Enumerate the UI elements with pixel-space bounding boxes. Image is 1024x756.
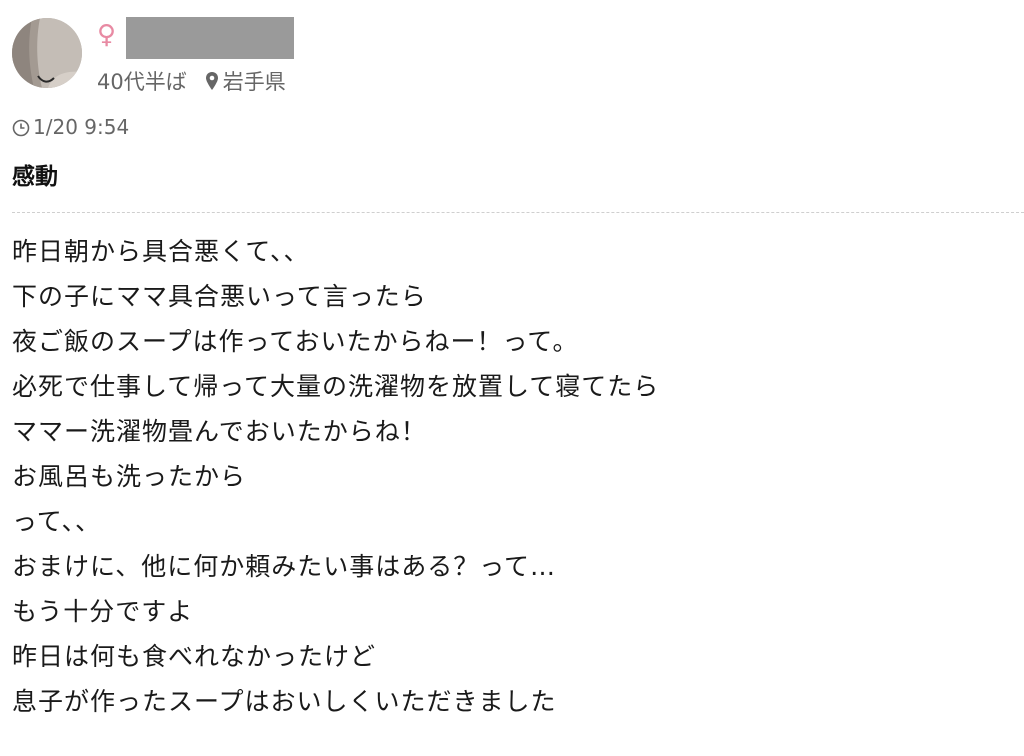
body-line: 夜ご飯のスープは作っておいたからねー！って。 xyxy=(12,327,579,356)
body-line: 昨日は何も食べれなかったけど xyxy=(12,642,377,671)
body-line: って、、 xyxy=(12,507,102,536)
author-location: 岩手県 xyxy=(222,70,286,94)
body-line: お風呂も洗ったから xyxy=(12,462,247,491)
timestamp-text: 1/20 9:54 xyxy=(33,115,130,139)
post-card: ♀ 40代半ば 岩手県 1/20 9:54 感動 昨日朝から具合悪くて、、 下の… xyxy=(0,0,1024,756)
clock-icon xyxy=(12,118,30,137)
username-redacted[interactable] xyxy=(126,17,294,59)
body-line: 必死で仕事して帰って大量の洗濯物を放置して寝てたら xyxy=(12,372,660,401)
body-line: ママー洗濯物畳んでおいたからね！ xyxy=(12,417,427,446)
post-body: 昨日朝から具合悪くて、、 下の子にママ具合悪いって言ったら 夜ご飯のスープは作っ… xyxy=(12,229,659,724)
author-age: 40代半ば xyxy=(97,70,187,94)
body-line: 下の子にママ具合悪いって言ったら xyxy=(12,282,427,311)
body-line: もう十分ですよ xyxy=(12,597,194,626)
location-pin-icon xyxy=(205,71,219,91)
body-line: 昨日朝から具合悪くて、、 xyxy=(12,237,310,266)
gender-icon: ♀ xyxy=(97,20,117,50)
body-line: 息子が作ったスープはおいしくいただきました xyxy=(12,687,557,716)
avatar-photo xyxy=(12,18,82,88)
divider xyxy=(12,212,1024,213)
avatar[interactable] xyxy=(12,18,82,88)
body-line: おまけに、他に何か頼みたい事はある？って… xyxy=(12,552,557,581)
post-title: 感動 xyxy=(12,164,58,190)
author-meta: 40代半ば 岩手県 xyxy=(97,66,286,96)
post-timestamp: 1/20 9:54 xyxy=(12,113,129,141)
